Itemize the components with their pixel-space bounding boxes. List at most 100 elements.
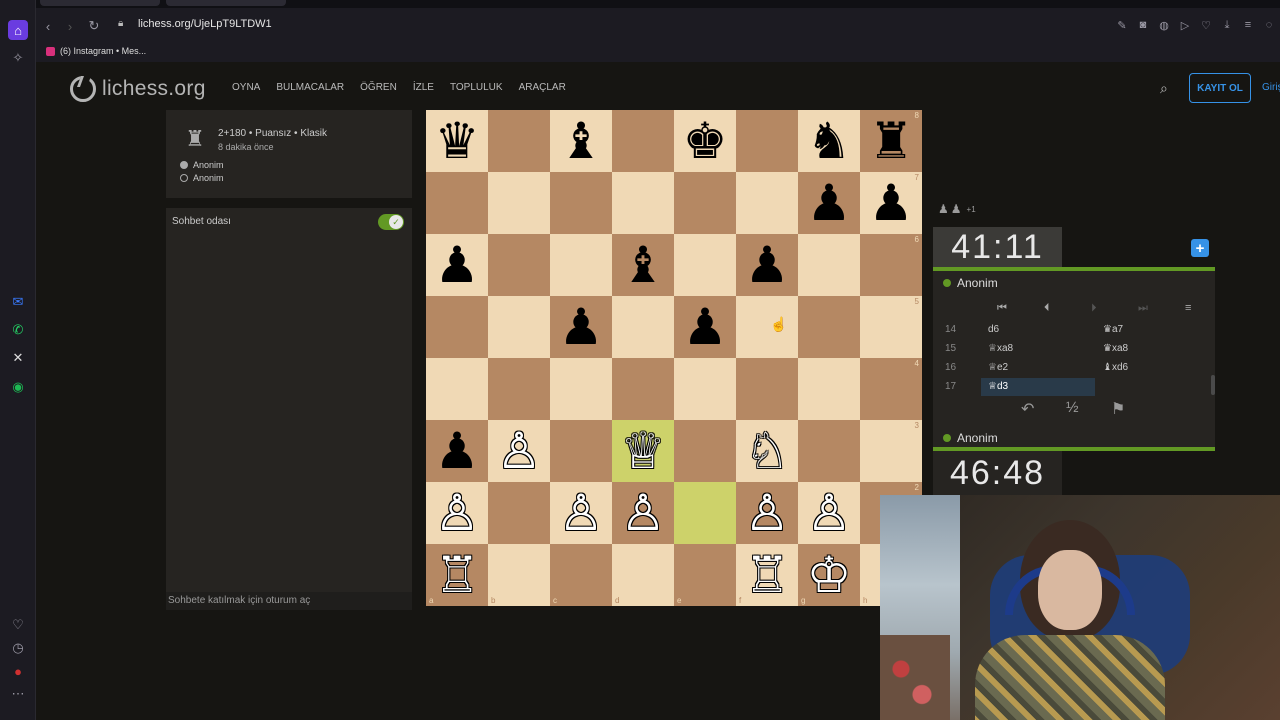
player-name[interactable]: Anonim	[943, 431, 998, 445]
black-pawn-piece[interactable]: ♟	[869, 178, 914, 228]
reload-icon[interactable]: ↻	[86, 18, 102, 34]
record-icon[interactable]: ●	[8, 661, 28, 681]
square-g2[interactable]: ♙	[798, 482, 860, 544]
chat-toggle[interactable]	[378, 214, 404, 230]
play-icon[interactable]: ▷	[1178, 18, 1192, 32]
white-pawn-piece[interactable]: ♙	[745, 488, 790, 538]
square-f3[interactable]: ♘	[736, 420, 798, 482]
square-c6[interactable]	[550, 234, 612, 296]
square-c2[interactable]: ♙	[550, 482, 612, 544]
square-a7[interactable]	[426, 172, 488, 234]
square-f4[interactable]	[736, 358, 798, 420]
square-d8[interactable]	[612, 110, 674, 172]
square-c7[interactable]	[550, 172, 612, 234]
square-h6[interactable]: 6	[860, 234, 922, 296]
square-e4[interactable]	[674, 358, 736, 420]
black-rook-piece[interactable]: ♜	[869, 116, 914, 166]
square-a3[interactable]: ♟	[426, 420, 488, 482]
square-h5[interactable]: 5	[860, 296, 922, 358]
move-black[interactable]: ♛xa8	[1103, 343, 1128, 354]
square-d4[interactable]	[612, 358, 674, 420]
last-move-icon[interactable]: ⏭	[1138, 302, 1148, 315]
square-e1[interactable]: e	[674, 544, 736, 606]
square-a8[interactable]: ♛	[426, 110, 488, 172]
x-icon[interactable]: ✕	[8, 348, 28, 368]
square-b3[interactable]: ♙	[488, 420, 550, 482]
square-a4[interactable]	[426, 358, 488, 420]
square-h7[interactable]: ♟ 7	[860, 172, 922, 234]
chat-input[interactable]: Sohbete katılmak için oturum aç	[166, 592, 412, 610]
square-g6[interactable]	[798, 234, 860, 296]
black-pawn-piece[interactable]: ♟	[807, 178, 852, 228]
square-f2[interactable]: ♙	[736, 482, 798, 544]
white-queen-piece[interactable]: ♕	[621, 426, 666, 476]
black-knight-piece[interactable]: ♞	[807, 116, 852, 166]
square-e5[interactable]: ♟	[674, 296, 736, 358]
black-queen-piece[interactable]: ♛	[435, 116, 480, 166]
square-d6[interactable]: ♝	[612, 234, 674, 296]
square-g4[interactable]	[798, 358, 860, 420]
square-d5[interactable]	[612, 296, 674, 358]
square-e6[interactable]	[674, 234, 736, 296]
square-b5[interactable]	[488, 296, 550, 358]
square-c1[interactable]: c	[550, 544, 612, 606]
player-white[interactable]: Anonim	[180, 160, 224, 170]
square-c8[interactable]: ♝	[550, 110, 612, 172]
profile-icon[interactable]: ◌	[1262, 18, 1276, 32]
white-knight-piece[interactable]: ♘	[745, 426, 790, 476]
square-b8[interactable]	[488, 110, 550, 172]
black-pawn-piece[interactable]: ♟	[683, 302, 728, 352]
search-icon[interactable]: ⌕	[1160, 80, 1168, 97]
square-h3[interactable]: 3	[860, 420, 922, 482]
camera-icon[interactable]: ◙	[1136, 18, 1150, 32]
square-a5[interactable]	[426, 296, 488, 358]
black-bishop-piece[interactable]: ♝	[621, 240, 666, 290]
square-c3[interactable]	[550, 420, 612, 482]
square-b6[interactable]	[488, 234, 550, 296]
chess-board[interactable]: ♛♝♚♞♜8♟♟7♟♝♟6♟♟54♟♙♕♘3♙♙♙♙♙2♖abcde♖f♔g1h	[426, 110, 922, 606]
site-logo[interactable]: lichess.org	[70, 76, 206, 102]
move-white[interactable]: ♕xa8	[988, 343, 1013, 354]
square-h4[interactable]: 4	[860, 358, 922, 420]
black-pawn-piece[interactable]: ♟	[745, 240, 790, 290]
square-f6[interactable]: ♟	[736, 234, 798, 296]
white-rook-piece[interactable]: ♖	[435, 550, 480, 600]
black-bishop-piece[interactable]: ♝	[559, 116, 604, 166]
prev-move-icon[interactable]: ⏴	[1044, 302, 1050, 315]
more-icon[interactable]: ⋯	[8, 684, 28, 704]
white-rook-piece[interactable]: ♖	[745, 550, 790, 600]
white-pawn-piece[interactable]: ♙	[435, 488, 480, 538]
white-pawn-piece[interactable]: ♙	[559, 488, 604, 538]
bookmark-instagram[interactable]: (6) Instagram • Mes...	[46, 46, 146, 56]
white-pawn-piece[interactable]: ♙	[497, 426, 542, 476]
pin-icon[interactable]: ✧	[8, 48, 28, 68]
move-white[interactable]: d6	[988, 324, 999, 335]
browser-tab[interactable]	[40, 0, 160, 6]
square-c4[interactable]	[550, 358, 612, 420]
download-icon[interactable]: ⤓	[1220, 18, 1234, 32]
first-move-icon[interactable]: ⏮	[997, 302, 1007, 315]
square-e3[interactable]	[674, 420, 736, 482]
black-pawn-piece[interactable]: ♟	[559, 302, 604, 352]
black-king-piece[interactable]: ♚	[683, 116, 728, 166]
messenger-icon[interactable]: ✉	[8, 292, 28, 312]
square-b7[interactable]	[488, 172, 550, 234]
square-a6[interactable]: ♟	[426, 234, 488, 296]
forward-icon[interactable]: ›	[62, 18, 78, 34]
add-time-button[interactable]: +	[1191, 239, 1209, 257]
opponent-name[interactable]: Anonim	[943, 276, 998, 290]
white-pawn-piece[interactable]: ♙	[621, 488, 666, 538]
nav-watch[interactable]: İZLE	[413, 82, 434, 93]
back-icon[interactable]: ‹	[40, 18, 56, 34]
square-d2[interactable]: ♙	[612, 482, 674, 544]
square-f1[interactable]: ♖ f	[736, 544, 798, 606]
signup-button[interactable]: KAYIT OL	[1189, 73, 1251, 103]
square-e7[interactable]	[674, 172, 736, 234]
square-b1[interactable]: b	[488, 544, 550, 606]
square-a2[interactable]: ♙	[426, 482, 488, 544]
square-c5[interactable]: ♟	[550, 296, 612, 358]
edit-icon[interactable]: ✎	[1115, 18, 1129, 32]
square-g3[interactable]	[798, 420, 860, 482]
white-pawn-piece[interactable]: ♙	[807, 488, 852, 538]
shield-icon[interactable]: ◍	[1157, 18, 1171, 32]
